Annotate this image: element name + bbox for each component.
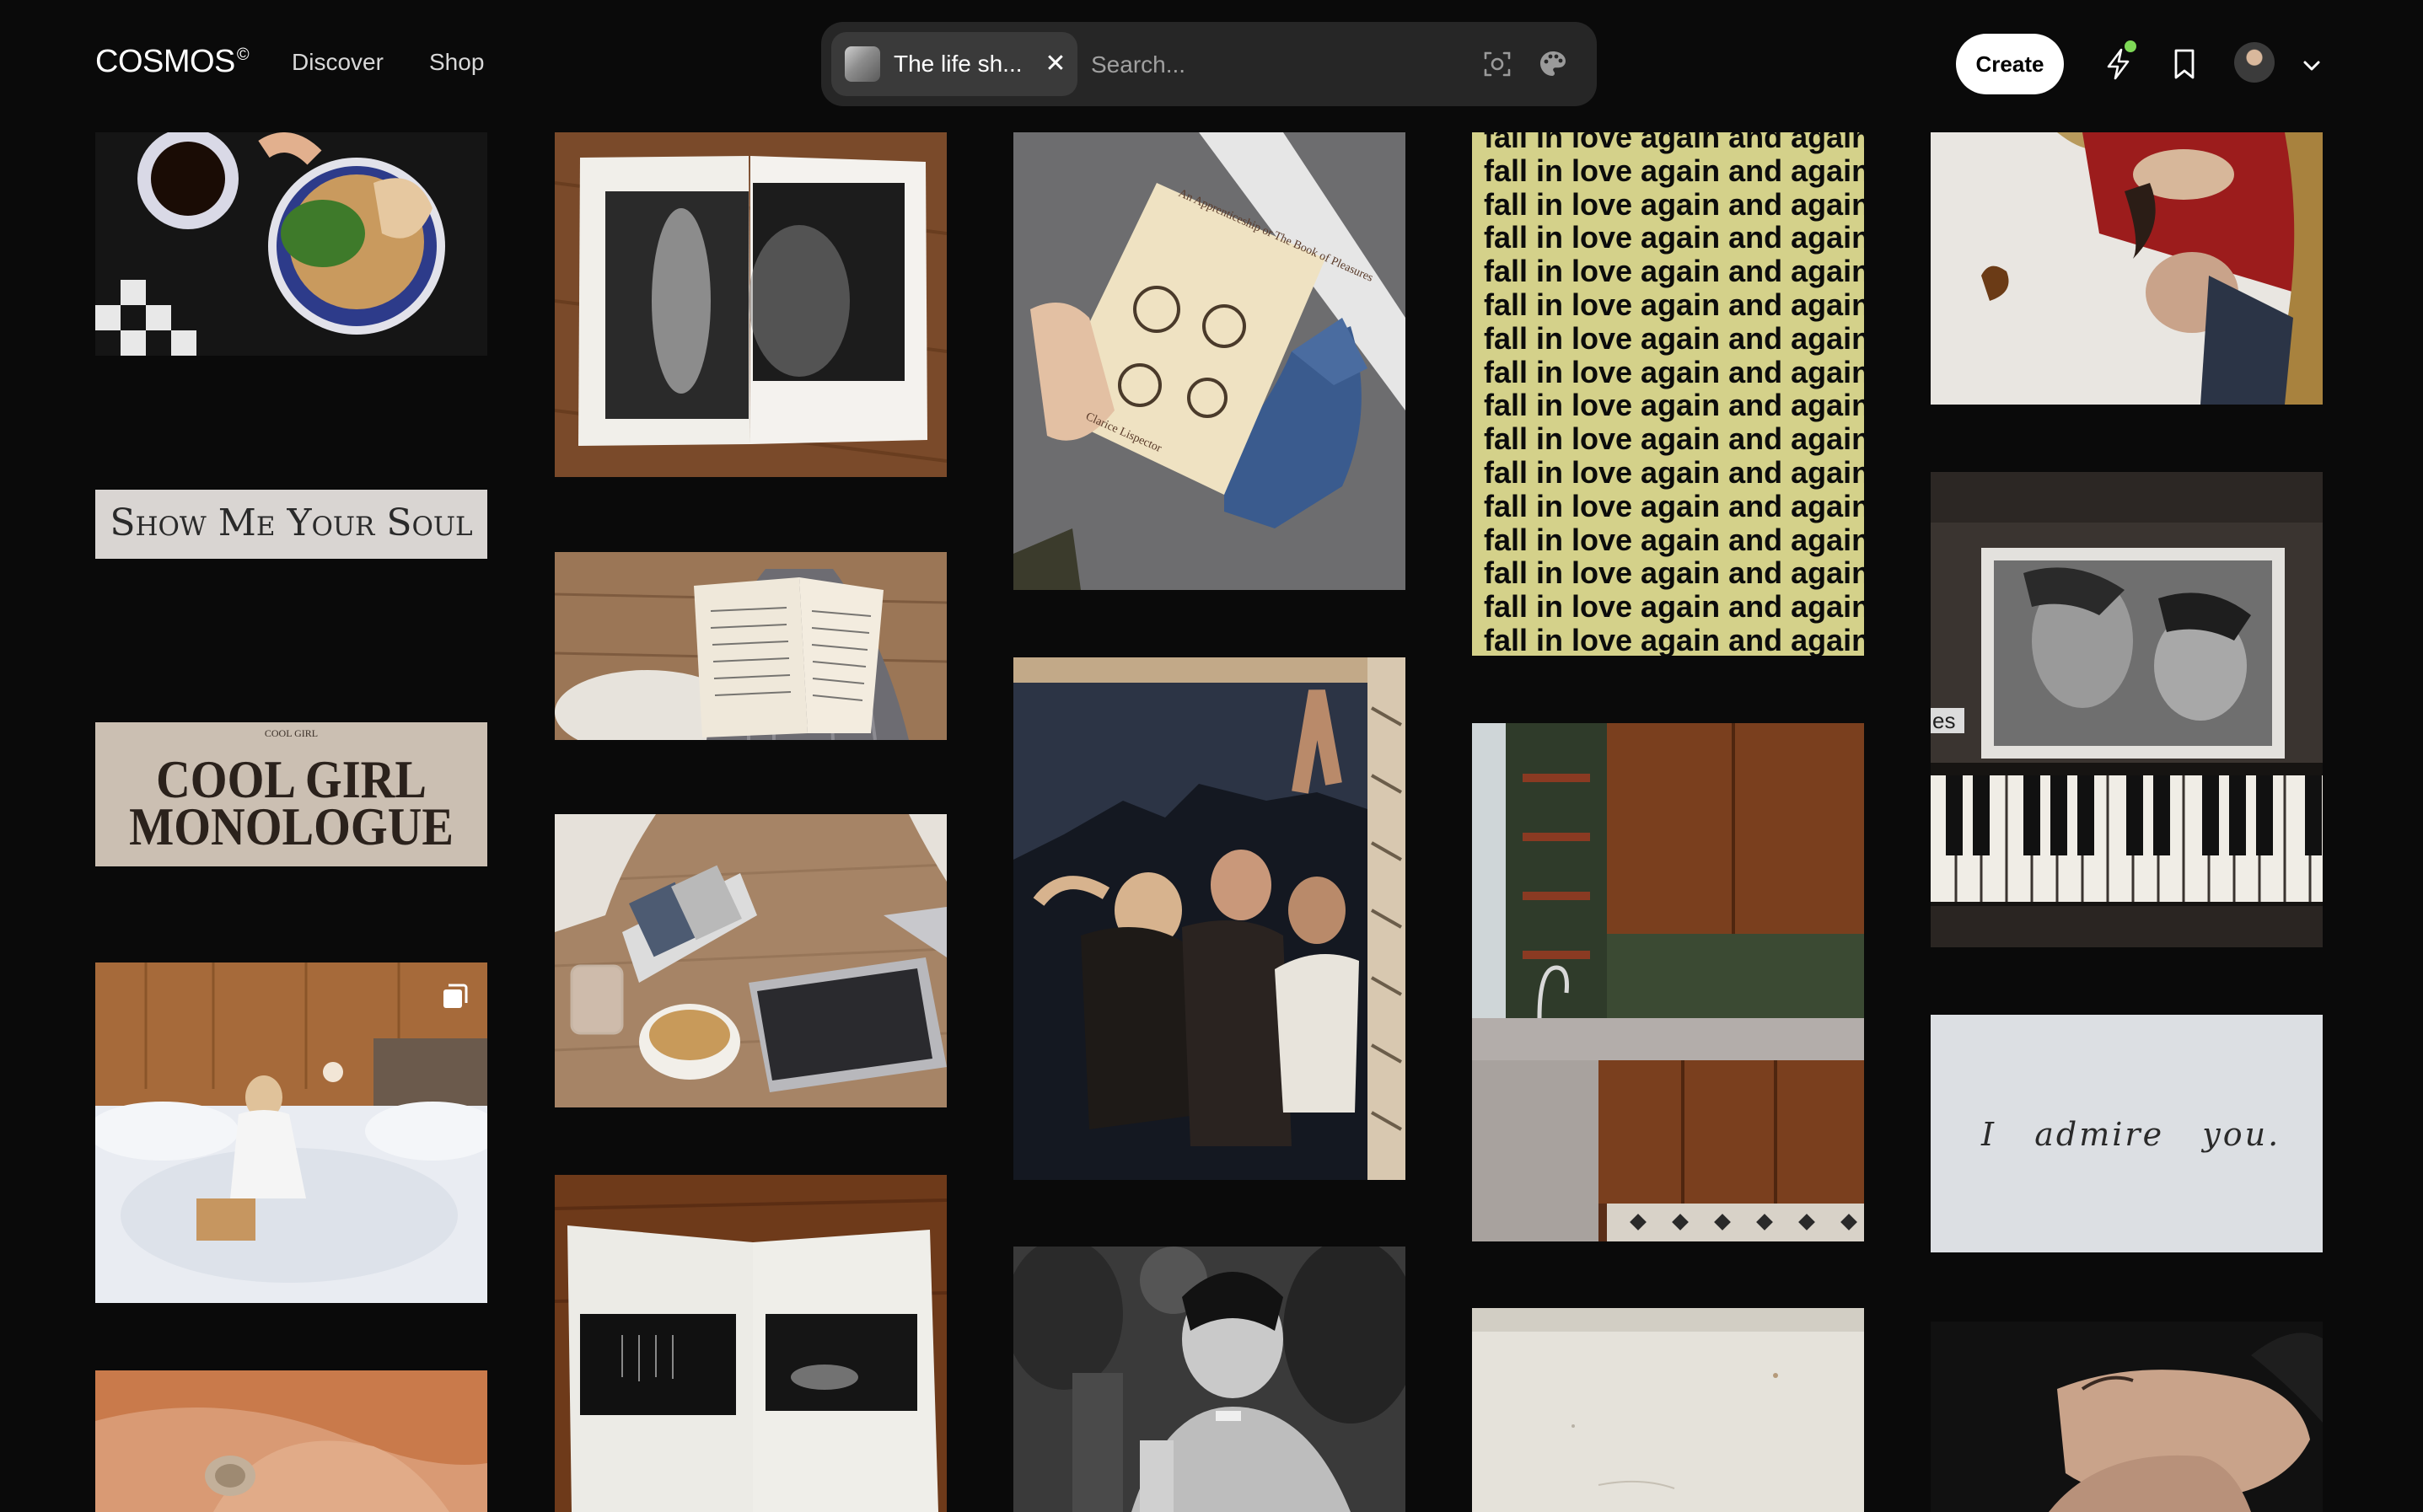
tile-text: Show Me Your Soul bbox=[110, 501, 473, 544]
image-tile-photo-book[interactable] bbox=[555, 1175, 947, 1512]
multi-image-icon bbox=[443, 984, 468, 1008]
search-bar[interactable]: The life sh... ✕ bbox=[821, 22, 1597, 106]
image-tile-show-me-your-soul[interactable]: Show Me Your Soul bbox=[95, 490, 487, 559]
image-tile-journal-lap[interactable] bbox=[555, 552, 947, 740]
palette-icon[interactable] bbox=[1538, 49, 1568, 79]
bookmark-icon[interactable] bbox=[2167, 46, 2202, 82]
tile-title: COOL GIRL MONOLOGUE bbox=[129, 749, 454, 856]
wall-sign-text: es bbox=[1932, 708, 1955, 733]
image-tile-ring-hand[interactable] bbox=[95, 1370, 487, 1512]
top-navigation-bar: COSMOS© Discover Shop The life sh... ✕ C… bbox=[0, 0, 2423, 126]
image-tile-fall-in-love[interactable]: fall in love again and again fall in love… bbox=[1472, 132, 1864, 656]
image-tile-friends-balcony[interactable] bbox=[1013, 657, 1405, 1180]
image-tile-book-street[interactable]: An Apprenticeship or The Book of Pleasur… bbox=[1013, 132, 1405, 590]
chevron-down-icon[interactable] bbox=[2298, 52, 2325, 79]
scan-icon[interactable] bbox=[1482, 49, 1512, 79]
image-tile-women-red-couch[interactable] bbox=[1931, 132, 2323, 405]
repeated-text: fall in love again and again fall in love… bbox=[1484, 132, 1864, 656]
image-tile-paper-texture[interactable] bbox=[1472, 1308, 1864, 1512]
image-tile-ramen[interactable] bbox=[95, 132, 487, 356]
search-input[interactable] bbox=[1089, 42, 1430, 88]
image-tile-leg-hand[interactable] bbox=[1931, 1322, 2323, 1512]
cosmos-logo[interactable]: COSMOS © bbox=[95, 44, 250, 80]
image-tile-bed[interactable] bbox=[95, 962, 487, 1303]
close-icon[interactable]: ✕ bbox=[1042, 49, 1069, 79]
image-tile-laptop-cereal[interactable] bbox=[555, 814, 947, 1107]
image-tile-bw-party[interactable] bbox=[1013, 1247, 1405, 1512]
image-tile-open-book[interactable] bbox=[555, 132, 947, 477]
avatar[interactable] bbox=[2234, 42, 2275, 83]
chip-label: The life sh... bbox=[894, 51, 1023, 77]
image-tile-cool-girl-monologue[interactable]: COOL GIRL COOL GIRL MONOLOGUE bbox=[95, 722, 487, 866]
nav-discover[interactable]: Discover bbox=[292, 49, 384, 76]
tile-small-text: COOL GIRL bbox=[264, 727, 319, 739]
chip-thumbnail bbox=[845, 46, 880, 82]
nav-shop[interactable]: Shop bbox=[429, 49, 484, 76]
handwritten-text: I admire you. bbox=[1981, 1116, 2281, 1153]
image-tile-i-admire-you[interactable]: I admire you. bbox=[1931, 1015, 2323, 1252]
notification-dot bbox=[2125, 40, 2136, 52]
search-filter-chip[interactable]: The life sh... ✕ bbox=[831, 32, 1077, 96]
create-button[interactable]: Create bbox=[1956, 34, 2064, 94]
image-tile-kitchen[interactable] bbox=[1472, 723, 1864, 1241]
image-tile-piano-photo[interactable]: es bbox=[1931, 472, 2323, 947]
